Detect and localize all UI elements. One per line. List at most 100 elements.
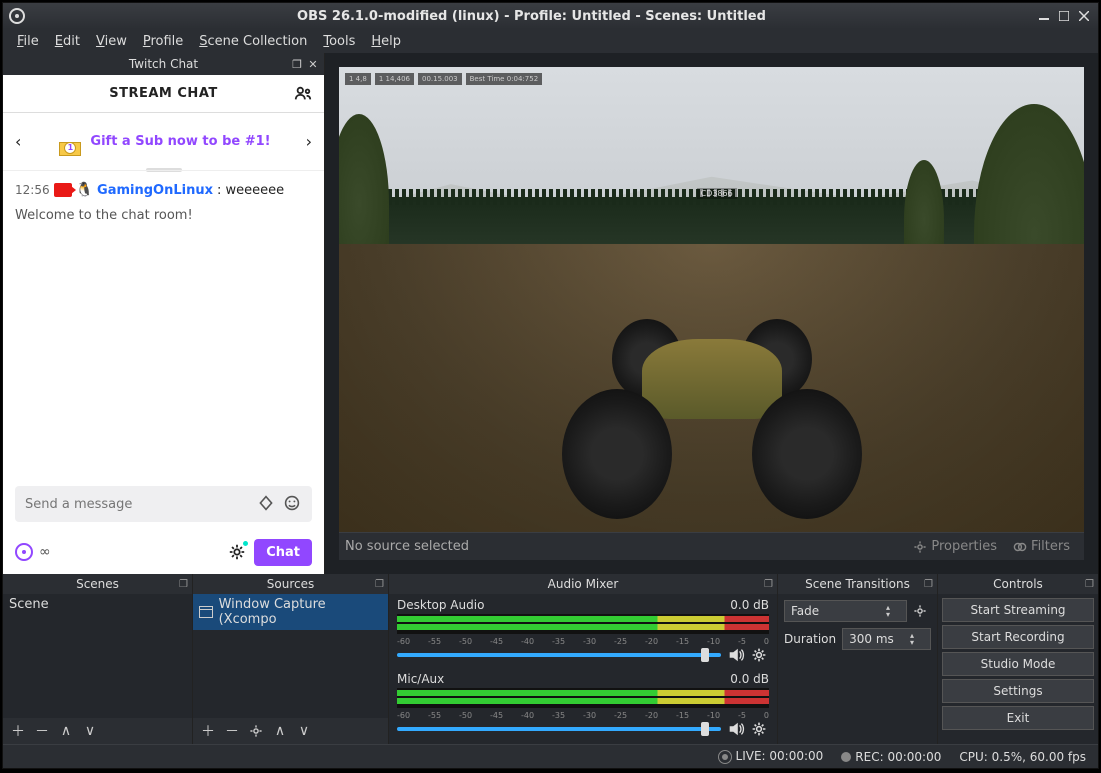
- control-button[interactable]: Settings: [942, 679, 1094, 703]
- transition-select[interactable]: Fade▴▾: [784, 600, 907, 622]
- preview-canvas[interactable]: 1 4,8 1 14,406 00.15.003 Best Time 0:04:…: [339, 67, 1084, 532]
- remove-scene-button[interactable]: －: [33, 722, 51, 740]
- panel-title: Scene Transitions: [805, 577, 910, 591]
- chat-send-button[interactable]: Chat: [254, 539, 312, 566]
- channel-settings-icon[interactable]: [751, 721, 769, 737]
- add-scene-button[interactable]: ＋: [9, 722, 27, 740]
- duration-input[interactable]: 300 ms▴▾: [842, 628, 931, 650]
- dock-popout-icon[interactable]: ❐: [764, 579, 773, 590]
- menu-file[interactable]: File: [9, 32, 47, 51]
- chevron-right-icon[interactable]: ›: [306, 132, 312, 151]
- scene-item[interactable]: Scene: [3, 594, 192, 615]
- live-status: LIVE: 00:00:00: [718, 749, 824, 764]
- channel-points-icon[interactable]: [15, 543, 33, 561]
- panel-title: Controls: [993, 577, 1043, 591]
- panel-title: Scenes: [76, 577, 119, 591]
- menu-view[interactable]: View: [88, 32, 135, 51]
- titlebar: OBS 26.1.0-modified (linux) - Profile: U…: [3, 3, 1098, 29]
- menu-help[interactable]: Help: [363, 32, 409, 51]
- add-source-button[interactable]: ＋: [199, 722, 217, 740]
- gift-link[interactable]: Gift a Sub now to be #1!: [90, 134, 270, 149]
- chat-username[interactable]: GamingOnLinux: [97, 183, 213, 198]
- control-button[interactable]: Start Recording: [942, 625, 1094, 649]
- community-icon[interactable]: [294, 85, 312, 103]
- dock-popout-icon[interactable]: ❐: [1085, 579, 1094, 590]
- cpu-status: CPU: 0.5%, 60.00 fps: [959, 750, 1086, 764]
- move-down-button[interactable]: ∨: [81, 722, 99, 740]
- twitch-chat-dock: Twitch Chat ❐ ✕ STREAM CHAT ‹: [3, 53, 325, 574]
- source-toolbar: No source selected Properties Filters: [339, 532, 1084, 560]
- menu-scene-collection[interactable]: Scene Collection: [191, 32, 315, 51]
- chevron-left-icon[interactable]: ‹: [15, 132, 21, 151]
- filters-button[interactable]: Filters: [1005, 537, 1078, 556]
- dock-popout-icon[interactable]: ❐: [924, 579, 933, 590]
- bits-icon[interactable]: [258, 495, 276, 513]
- properties-button[interactable]: Properties: [905, 537, 1005, 556]
- sources-panel: Sources❐ Window Capture (Xcompo ＋ － ∧ ∨: [193, 574, 389, 744]
- timestamp: 12:56: [15, 183, 50, 197]
- gift-icon: 1: [56, 128, 84, 156]
- sub-badge-icon: 🐧: [76, 182, 93, 198]
- control-button[interactable]: Exit: [942, 706, 1094, 730]
- channel-db: 0.0 dB: [730, 672, 769, 686]
- source-item[interactable]: Window Capture (Xcompo: [193, 594, 388, 630]
- source-settings-button[interactable]: [247, 722, 265, 740]
- points-value: ∞: [39, 544, 51, 560]
- chat-footer: ∞ Chat: [3, 530, 324, 574]
- emote-icon[interactable]: [284, 495, 302, 513]
- maximize-button[interactable]: [1056, 8, 1072, 24]
- mute-icon[interactable]: [727, 646, 745, 664]
- control-button[interactable]: Start Streaming: [942, 598, 1094, 622]
- duration-label: Duration: [784, 632, 836, 646]
- move-up-button[interactable]: ∧: [271, 722, 289, 740]
- controls-panel: Controls ❐ Start Streaming Start Recording…: [938, 574, 1098, 744]
- player-nametag: CD3866: [697, 188, 737, 199]
- mute-icon[interactable]: [727, 720, 745, 738]
- chat-title: STREAM CHAT: [109, 86, 217, 101]
- chat-messages: 12:56 🐧 GamingOnLinux: weeeeee Welcome t…: [3, 174, 324, 478]
- transition-settings-icon[interactable]: [913, 604, 931, 618]
- window-title: OBS 26.1.0-modified (linux) - Profile: U…: [31, 9, 1032, 24]
- volume-slider[interactable]: [397, 653, 721, 657]
- source-status: No source selected: [345, 539, 905, 554]
- audio-meter: -60-55-50-45-40-35-30-25-20-15-10-50: [397, 688, 769, 708]
- move-down-button[interactable]: ∨: [295, 722, 313, 740]
- broadcast-icon: [718, 750, 732, 764]
- gift-banner: ‹ 1 Gift a Sub now to be #1! ›: [3, 113, 324, 171]
- close-button[interactable]: [1076, 8, 1092, 24]
- broadcaster-badge-icon: [54, 183, 72, 197]
- chat-text: : weeeeee: [217, 183, 284, 198]
- scenes-panel: Scenes ❐ Scene ＋ － ∧ ∨: [3, 574, 193, 744]
- channel-name: Desktop Audio: [397, 598, 484, 612]
- window-capture-icon: [199, 606, 213, 618]
- dock-popout-icon[interactable]: ❐: [179, 579, 188, 590]
- volume-slider[interactable]: [397, 727, 721, 731]
- audio-meter: -60-55-50-45-40-35-30-25-20-15-10-50: [397, 614, 769, 634]
- dock-popout-icon[interactable]: ❐: [375, 579, 384, 590]
- minimize-button[interactable]: [1036, 8, 1052, 24]
- game-hud: 1 4,8 1 14,406 00.15.003 Best Time 0:04:…: [345, 73, 542, 85]
- channel-db: 0.0 dB: [730, 598, 769, 612]
- move-up-button[interactable]: ∧: [57, 722, 75, 740]
- dock-close-icon[interactable]: ✕: [306, 57, 320, 71]
- dock-popout-icon[interactable]: ❐: [290, 57, 304, 71]
- control-button[interactable]: Studio Mode: [942, 652, 1094, 676]
- menu-profile[interactable]: Profile: [135, 32, 191, 51]
- statusbar: LIVE: 00:00:00 REC: 00:00:00 CPU: 0.5%, …: [3, 744, 1098, 768]
- app-window: OBS 26.1.0-modified (linux) - Profile: U…: [2, 2, 1099, 769]
- remove-source-button[interactable]: －: [223, 722, 241, 740]
- menu-edit[interactable]: Edit: [47, 32, 88, 51]
- chat-message: 12:56 🐧 GamingOnLinux : weeeeee: [15, 182, 312, 198]
- audio-mixer-panel: Audio Mixer❐ Desktop Audio0.0 dB -60-55-…: [389, 574, 778, 744]
- channel-settings-icon[interactable]: [751, 647, 769, 663]
- chat-input-box: [15, 486, 312, 522]
- obs-icon: [9, 8, 25, 24]
- dock-header: Twitch Chat ❐ ✕: [3, 53, 324, 75]
- preview-area: 1 4,8 1 14,406 00.15.003 Best Time 0:04:…: [325, 53, 1098, 574]
- mixer-channel: Mic/Aux0.0 dB -60-55-50-45-40-35-30-25-2…: [397, 672, 769, 738]
- transitions-panel: Scene Transitions ❐ Fade▴▾ Duration 300 m…: [778, 574, 938, 744]
- menu-tools[interactable]: Tools: [315, 32, 363, 51]
- chat-input[interactable]: [25, 497, 250, 512]
- chat-title-row: STREAM CHAT: [3, 75, 324, 113]
- chat-settings-icon[interactable]: [228, 543, 246, 561]
